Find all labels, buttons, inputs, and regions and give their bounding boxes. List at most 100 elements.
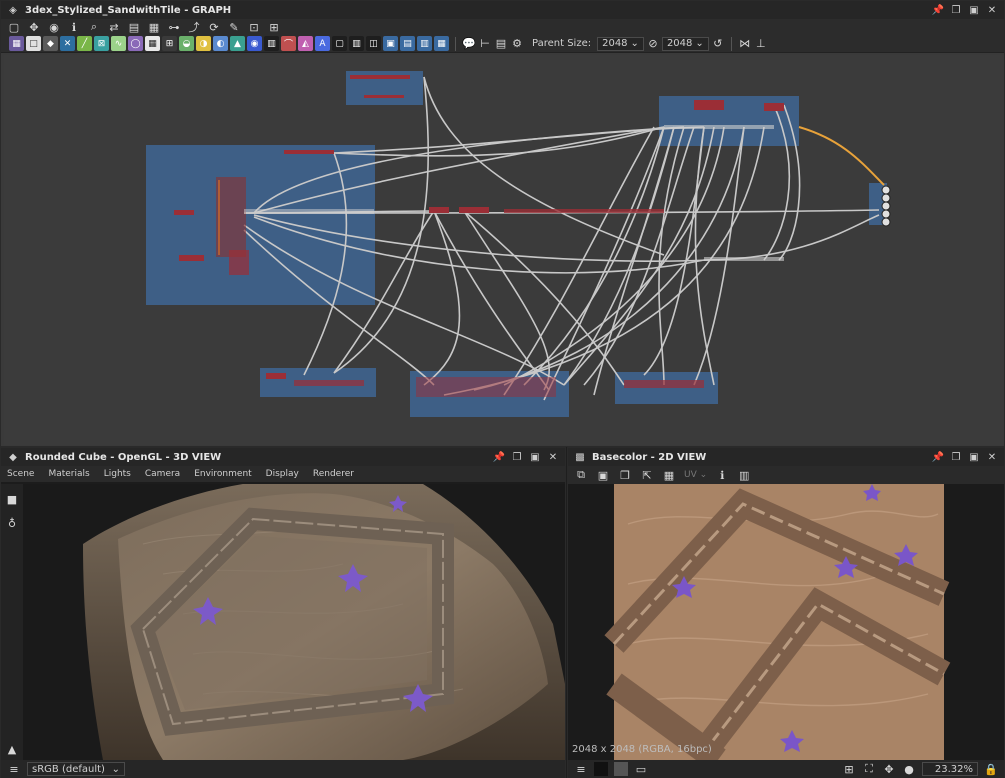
node-curve-icon[interactable]: ◒ — [179, 36, 194, 51]
node-tile-icon[interactable]: ⊞ — [162, 36, 177, 51]
node-output-icon[interactable]: ◫ — [366, 36, 381, 51]
grid-icon[interactable]: ⊞ — [267, 20, 281, 34]
node-uniform-icon[interactable]: □ — [26, 36, 41, 51]
export-icon[interactable]: ⇱ — [640, 468, 654, 482]
pan-icon[interactable]: ✥ — [27, 20, 41, 34]
reset-icon[interactable]: ↺ — [711, 37, 725, 51]
pin-icon[interactable]: 📌 — [932, 451, 944, 463]
crop-icon[interactable]: ⛶ — [862, 762, 876, 776]
node-curve2-icon[interactable]: ⌒ — [281, 36, 296, 51]
video-camera-icon[interactable]: ■ — [5, 492, 19, 506]
node-histogram-icon[interactable]: ▲ — [230, 36, 245, 51]
search-icon[interactable]: ⌕ — [87, 20, 101, 34]
float-icon[interactable]: ❐ — [950, 4, 962, 16]
node-atomic-icon[interactable]: ▦ — [9, 36, 24, 51]
node-fill-icon[interactable]: ◆ — [43, 36, 58, 51]
tiling-icon[interactable]: ▦ — [662, 468, 676, 482]
node-value-icon[interactable]: ▥ — [349, 36, 364, 51]
close-icon[interactable]: ✕ — [986, 451, 998, 463]
histogram-icon[interactable]: ▥ — [737, 468, 751, 482]
maximize-icon[interactable]: ▣ — [968, 4, 980, 16]
close-icon[interactable]: ✕ — [986, 4, 998, 16]
menu-materials[interactable]: Materials — [48, 469, 89, 479]
alert-icon[interactable]: ▲ — [5, 742, 19, 756]
node-warp-icon[interactable]: ∿ — [111, 36, 126, 51]
view2d-viewport[interactable]: 2048 x 2048 (RGBA, 16bpc) — [568, 484, 1004, 760]
graph-canvas[interactable] — [4, 55, 1004, 445]
info-icon[interactable]: ℹ — [67, 20, 81, 34]
comment-bubble-icon[interactable]: 💬 — [462, 37, 476, 51]
menu-lights[interactable]: Lights — [104, 469, 131, 479]
node-shuffle-icon[interactable]: ✕ — [60, 36, 75, 51]
light-bulb-icon[interactable]: ♁ — [5, 516, 19, 530]
node-text-icon[interactable]: A — [315, 36, 330, 51]
lock-icon[interactable]: 🔒 — [984, 762, 998, 776]
checker-bg-icon[interactable] — [614, 762, 628, 776]
layers-icon[interactable]: ≡ — [7, 762, 21, 776]
size-dropdown[interactable]: 2048 ⌄ — [661, 36, 709, 51]
graph-panel-icon: ◈ — [9, 4, 17, 16]
align-icon[interactable]: ⋈ — [738, 37, 752, 51]
settings-icon[interactable]: ⚙ — [510, 37, 524, 51]
image-icon[interactable]: ▤ — [494, 37, 508, 51]
connect-icon[interactable]: ⤴ — [187, 20, 201, 34]
menu-environment[interactable]: Environment — [194, 469, 251, 479]
close-icon[interactable]: ✕ — [547, 451, 559, 463]
link-icon[interactable]: ⇄ — [107, 20, 121, 34]
zoom-field[interactable]: 23.32% — [922, 762, 978, 776]
node-transform-icon[interactable]: ⊠ — [94, 36, 109, 51]
menu-camera[interactable]: Camera — [145, 469, 180, 479]
dot-icon[interactable]: ⊶ — [167, 20, 181, 34]
link-size-icon[interactable]: ⊘ — [646, 37, 660, 51]
node-levels-icon[interactable]: ◑ — [196, 36, 211, 51]
monitor-icon[interactable]: ▭ — [634, 762, 648, 776]
float-icon[interactable]: ❐ — [511, 451, 523, 463]
layers-icon[interactable]: ≡ — [574, 762, 588, 776]
pin-node-icon[interactable]: ⊢ — [478, 37, 492, 51]
node-gradient-icon[interactable]: ╱ — [77, 36, 92, 51]
node-input-icon[interactable]: ▣ — [383, 36, 398, 51]
comment-icon[interactable]: ▤ — [127, 20, 141, 34]
frame-icon[interactable]: ▢ — [7, 20, 21, 34]
menu-display[interactable]: Display — [266, 469, 299, 479]
layout-icon[interactable]: ⟳ — [207, 20, 221, 34]
snap-icon[interactable]: ⊥ — [754, 37, 768, 51]
fit-icon[interactable]: ✥ — [882, 762, 896, 776]
node-input3-icon[interactable]: ▥ — [417, 36, 432, 51]
fit-view-icon[interactable]: ⧉ — [574, 468, 588, 482]
node-pattern-icon[interactable]: ▦ — [145, 36, 160, 51]
node-bitmap-icon[interactable]: ▥ — [264, 36, 279, 51]
menu-renderer[interactable]: Renderer — [313, 469, 354, 479]
grid-icon[interactable]: ⊞ — [842, 762, 856, 776]
node-input2-icon[interactable]: ▤ — [400, 36, 415, 51]
node-emboss-icon[interactable]: ◉ — [247, 36, 262, 51]
node-input4-icon[interactable]: ▦ — [434, 36, 449, 51]
maximize-icon[interactable]: ▣ — [968, 451, 980, 463]
uv-dropdown[interactable]: UV ⌄ — [684, 470, 707, 480]
zoom-dot-icon[interactable]: ● — [902, 762, 916, 776]
copy-icon[interactable]: ❐ — [618, 468, 632, 482]
export-icon[interactable]: ⊡ — [247, 20, 261, 34]
node-hsl-icon[interactable]: ◐ — [213, 36, 228, 51]
maximize-icon[interactable]: ▣ — [529, 451, 541, 463]
output-nodes[interactable] — [881, 185, 891, 227]
frame-node-icon[interactable]: ▦ — [147, 20, 161, 34]
save-icon[interactable]: ▣ — [596, 468, 610, 482]
black-bg-icon[interactable] — [594, 762, 608, 776]
camera-icon[interactable]: ◉ — [47, 20, 61, 34]
pin-icon[interactable]: 📌 — [932, 4, 944, 16]
menu-scene[interactable]: Scene — [7, 469, 34, 479]
float-icon[interactable]: ❐ — [950, 451, 962, 463]
pin-icon[interactable]: 📌 — [493, 451, 505, 463]
node-blur-icon[interactable]: ◯ — [128, 36, 143, 51]
chevron-down-icon: ⌄ — [111, 763, 120, 775]
view3d-viewport[interactable] — [23, 484, 565, 760]
node-mask-icon[interactable]: ◭ — [298, 36, 313, 51]
node-frame-icon[interactable]: ▢ — [332, 36, 347, 51]
parent-size-dropdown[interactable]: 2048 ⌄ — [597, 36, 644, 51]
graph-toolbar-top: ▢ ✥ ◉ ℹ ⌕ ⇄ ▤ ▦ ⊶ ⤴ ⟳ ✎ ⊡ ⊞ — [1, 19, 1004, 35]
frame-left[interactable] — [146, 145, 375, 305]
info-icon[interactable]: ℹ — [715, 468, 729, 482]
tools-icon[interactable]: ✎ — [227, 20, 241, 34]
colorspace-dropdown[interactable]: sRGB (default) ⌄ — [27, 762, 125, 776]
